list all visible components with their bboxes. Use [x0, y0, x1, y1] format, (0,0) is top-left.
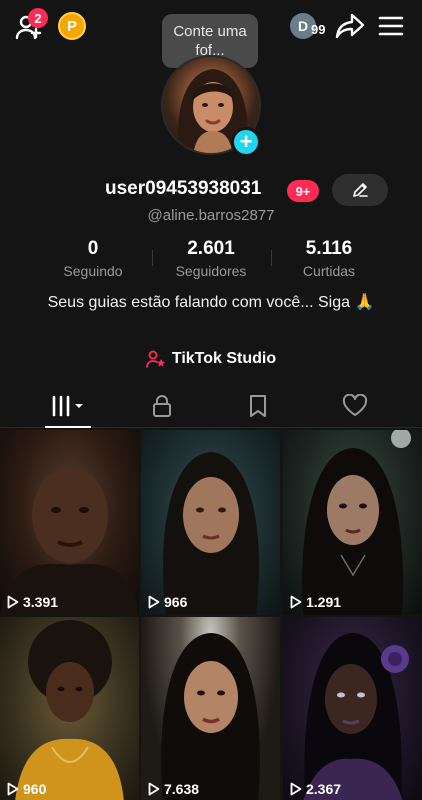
play-icon [290, 782, 302, 796]
tab-videos[interactable] [38, 386, 98, 426]
share-button[interactable] [334, 10, 366, 42]
video-views: 960 [7, 781, 46, 797]
lock-icon [153, 395, 171, 417]
top-bar: 2 P Conte uma fof... D 99 [0, 0, 422, 76]
username-badge[interactable]: 9+ [287, 180, 319, 202]
video-views: 966 [148, 594, 187, 610]
video-thumbnail[interactable]: 7.638 [141, 617, 280, 800]
menu-button[interactable] [376, 12, 406, 40]
tab-saved[interactable] [228, 386, 288, 426]
play-icon [290, 595, 302, 609]
portrait-thumbnail-icon [302, 430, 411, 615]
stat-following-value: 0 [87, 238, 99, 259]
share-icon [335, 13, 365, 39]
tiktok-studio-link[interactable]: TikTok Studio [0, 348, 422, 370]
edit-profile-button[interactable] [332, 174, 388, 206]
notifications-badge: 2 [28, 8, 48, 28]
stat-divider [271, 250, 272, 266]
account-count: 99 [311, 22, 326, 37]
play-icon [7, 782, 19, 796]
bookmark-icon [250, 395, 266, 417]
video-thumbnail[interactable]: 960 [0, 617, 139, 800]
stat-likes-value: 5.116 [305, 238, 353, 259]
video-views-count: 1.291 [306, 594, 342, 610]
stat-divider [152, 250, 153, 266]
profile-tabs [0, 386, 422, 428]
portrait-thumbnail-icon [161, 633, 260, 800]
add-story-button[interactable]: + [231, 127, 261, 157]
portrait-thumbnail-icon [163, 452, 259, 615]
video-views: 1.291 [290, 594, 341, 610]
play-icon [7, 595, 19, 609]
hamburger-menu-icon [378, 16, 404, 36]
grid-videos-icon [52, 395, 83, 417]
play-icon [148, 782, 160, 796]
play-icon [148, 595, 160, 609]
profile-name-row: user09453938031 9+ [0, 174, 422, 206]
video-thumbnail[interactable]: 1.291 [283, 430, 422, 615]
stat-following[interactable]: 0 Seguindo [43, 238, 143, 279]
video-views-count: 2.367 [306, 781, 342, 797]
portrait-thumbnail-icon [0, 467, 139, 615]
stat-followers-label: Seguidores [175, 263, 247, 279]
stat-followers-value: 2.601 [187, 238, 235, 259]
video-views-count: 7.638 [164, 781, 200, 797]
profile-avatar-container[interactable]: + [161, 55, 261, 157]
heart-icon [342, 394, 368, 416]
video-views-count: 966 [164, 594, 188, 610]
tiktok-studio-label: TikTok Studio [171, 350, 277, 367]
portrait-thumbnail-icon [15, 620, 124, 800]
coin-icon[interactable]: P [58, 12, 86, 40]
video-views: 2.367 [290, 781, 341, 797]
video-views: 7.638 [148, 781, 199, 797]
stat-likes-label: Curtidas [302, 263, 356, 279]
stat-likes[interactable]: 5.116 Curtidas [279, 238, 379, 279]
stat-following-label: Seguindo [63, 263, 123, 279]
portrait-thumbnail-icon [303, 633, 409, 800]
video-thumbnail[interactable]: 2.367 [283, 617, 422, 800]
creator-person-icon [145, 350, 165, 368]
video-views-count: 960 [23, 781, 47, 797]
tab-private[interactable] [132, 386, 192, 426]
profile-stats: 0 Seguindo 2.601 Seguidores 5.116 Curtid… [0, 238, 422, 282]
stat-followers[interactable]: 2.601 Seguidores [161, 238, 261, 279]
video-thumbnail[interactable]: 3.391 [0, 430, 139, 615]
profile-username: user09453938031 [105, 178, 262, 199]
tab-liked[interactable] [325, 386, 385, 426]
video-thumbnail[interactable]: 966 [141, 430, 280, 615]
video-views: 3.391 [7, 594, 58, 610]
profile-handle: @aline.barros2877 [147, 207, 275, 224]
video-views-count: 3.391 [23, 594, 59, 610]
profile-bio: Seus guias estão falando com você... Sig… [47, 294, 375, 311]
active-tab-indicator [45, 426, 91, 428]
video-grid: 3.391 966 1.291 960 7.638 2.367 [0, 430, 422, 800]
pencil-icon [353, 183, 368, 197]
